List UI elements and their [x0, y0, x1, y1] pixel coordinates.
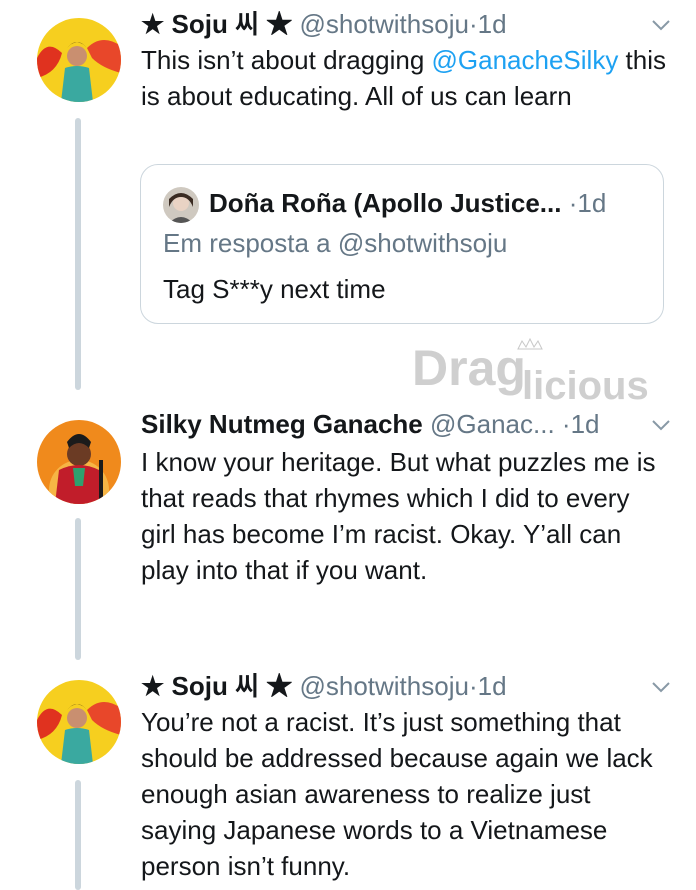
tweet-header: ★ Soju 씨 ★ @shotwithsoju·1d	[141, 668, 507, 704]
thread-line	[75, 518, 81, 660]
chevron-down-icon[interactable]	[650, 414, 672, 436]
timestamp[interactable]: 1d	[571, 409, 600, 439]
quoted-tweet[interactable]: Doña Roña (Apollo Justice... ·1d Em resp…	[140, 164, 664, 324]
tweet-text: This isn’t about dragging @GanacheSilky …	[141, 42, 671, 114]
separator: ·	[561, 409, 571, 439]
handle[interactable]: @shotwithsoju	[299, 671, 468, 701]
quote-header: Doña Roña (Apollo Justice... ·1d	[209, 185, 606, 221]
chevron-down-icon[interactable]	[650, 14, 672, 36]
tweet-header: Silky Nutmeg Ganache @Ganac... ·1d	[141, 406, 600, 442]
separator: ·	[468, 671, 478, 701]
handle[interactable]: @Ganac...	[430, 409, 555, 439]
display-name[interactable]: ★ Soju 씨 ★	[141, 671, 292, 701]
mention-link[interactable]: @GanacheSilky	[432, 45, 619, 75]
avatar[interactable]	[37, 18, 121, 102]
thread-line	[75, 118, 81, 390]
display-name[interactable]: Silky Nutmeg Ganache	[141, 409, 423, 439]
quote-display-name[interactable]: Doña Roña (Apollo Justice...	[209, 188, 561, 218]
tweet-text: I know your heritage. But what puzzles m…	[141, 447, 656, 585]
chevron-down-icon[interactable]	[650, 676, 672, 698]
display-name[interactable]: ★ Soju 씨 ★	[141, 9, 292, 39]
handle[interactable]: @shotwithsoju	[299, 9, 468, 39]
tweet-text-part: This isn’t about dragging	[141, 45, 432, 75]
timestamp[interactable]: 1d	[478, 9, 507, 39]
quote-text: Tag S***y next time	[163, 274, 386, 304]
reply-context: Em resposta a @shotwithsoju	[163, 228, 508, 258]
separator: ·	[468, 9, 478, 39]
quote-timestamp[interactable]: 1d	[577, 188, 606, 218]
tweet-header: ★ Soju 씨 ★ @shotwithsoju·1d	[141, 6, 507, 42]
avatar	[163, 187, 199, 223]
timestamp[interactable]: 1d	[478, 671, 507, 701]
svg-text:Drag: Drag	[412, 340, 526, 396]
watermark-logo: Drag licious	[410, 335, 672, 408]
avatar[interactable]	[37, 420, 121, 504]
tweet-text: You’re not a racist. It’s just something…	[141, 707, 653, 881]
thread-line	[75, 780, 81, 890]
svg-text:licious: licious	[522, 364, 649, 407]
avatar[interactable]	[37, 680, 121, 764]
